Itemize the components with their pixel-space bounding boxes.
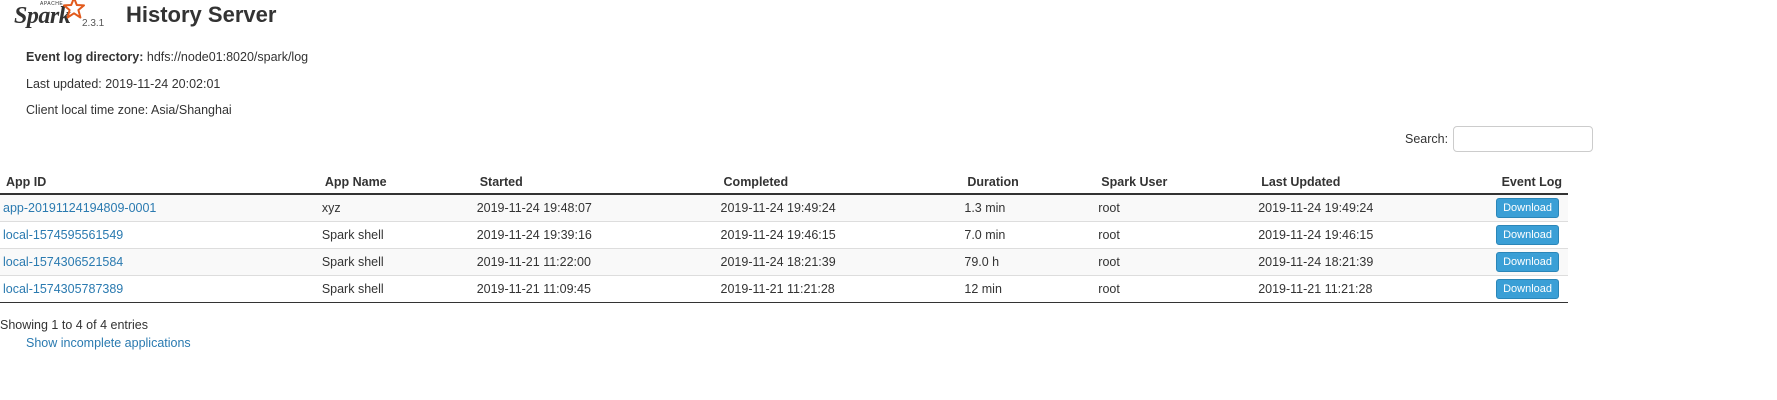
last-updated-cell: 2019-11-24 18:21:39 — [1255, 248, 1494, 276]
duration-cell: 1.3 min — [961, 193, 1096, 222]
event-log-label: Event log directory: — [26, 50, 144, 64]
column-header-duration[interactable]: Duration — [961, 165, 1096, 195]
spark-user-cell: root — [1095, 221, 1256, 249]
table-row: local-1574306521584 Spark shell 2019-11-… — [0, 248, 1568, 276]
last-updated-cell: 2019-11-24 19:49:24 — [1255, 193, 1494, 222]
app-id-link[interactable]: local-1574306521584 — [3, 255, 123, 269]
column-header-last-updated[interactable]: Last Updated — [1255, 165, 1494, 195]
spark-logo: APACHE Spark — [6, 0, 86, 32]
completed-cell: 2019-11-24 18:21:39 — [717, 248, 962, 276]
app-name-cell: Spark shell — [318, 275, 474, 303]
spark-user-cell: root — [1095, 248, 1256, 276]
column-header-completed[interactable]: Completed — [717, 165, 962, 195]
completed-cell: 2019-11-24 19:49:24 — [717, 193, 962, 222]
download-button[interactable]: Download — [1496, 279, 1559, 299]
started-cell: 2019-11-21 11:09:45 — [473, 275, 718, 303]
column-header-event-log[interactable]: Event Log — [1493, 165, 1568, 195]
entries-info: Showing 1 to 4 of 4 entries — [0, 318, 149, 332]
app-id-cell: local-1574305787389 — [0, 275, 319, 303]
table-row: app-20191124194809-0001 xyz 2019-11-24 1… — [0, 193, 1568, 222]
app-id-cell: local-1574595561549 — [0, 221, 319, 249]
last-updated-info: Last updated: 2019-11-24 20:02:01 — [26, 77, 221, 91]
download-button[interactable]: Download — [1496, 225, 1559, 245]
spark-version: 2.3.1 — [82, 18, 105, 29]
event-log-directory: Event log directory: hdfs://node01:8020/… — [26, 50, 308, 64]
started-cell: 2019-11-21 11:22:00 — [473, 248, 718, 276]
app-id-cell: app-20191124194809-0001 — [0, 193, 319, 222]
app-name-cell: Spark shell — [318, 248, 474, 276]
app-id-link[interactable]: local-1574305787389 — [3, 282, 123, 296]
completed-cell: 2019-11-24 19:46:15 — [717, 221, 962, 249]
started-cell: 2019-11-24 19:39:16 — [473, 221, 718, 249]
download-button[interactable]: Download — [1496, 198, 1559, 218]
column-header-app-id[interactable]: App ID — [0, 165, 319, 195]
download-button[interactable]: Download — [1496, 252, 1559, 272]
search-input[interactable] — [1453, 126, 1593, 152]
duration-cell: 12 min — [961, 275, 1096, 303]
applications-table: App ID App Name Started Completed Durati… — [0, 165, 1568, 303]
event-log-cell: Download — [1493, 221, 1568, 249]
event-log-cell: Download — [1493, 248, 1568, 276]
timezone-info: Client local time zone: Asia/Shanghai — [26, 103, 232, 117]
spark-user-cell: root — [1095, 275, 1256, 303]
column-header-spark-user[interactable]: Spark User — [1095, 165, 1256, 195]
table-row: local-1574305787389 Spark shell 2019-11-… — [0, 275, 1568, 303]
column-header-app-name[interactable]: App Name — [318, 165, 474, 195]
app-name-cell: xyz — [318, 193, 474, 222]
started-cell: 2019-11-24 19:48:07 — [473, 193, 718, 222]
last-updated-cell: 2019-11-24 19:46:15 — [1255, 221, 1494, 249]
show-incomplete-link[interactable]: Show incomplete applications — [26, 336, 191, 350]
table-header-row: App ID App Name Started Completed Durati… — [0, 165, 1568, 195]
event-log-cell: Download — [1493, 193, 1568, 222]
event-log-cell: Download — [1493, 275, 1568, 303]
page-title: History Server — [126, 2, 277, 27]
completed-cell: 2019-11-21 11:21:28 — [717, 275, 962, 303]
column-header-started[interactable]: Started — [473, 165, 718, 195]
duration-cell: 7.0 min — [961, 221, 1096, 249]
spark-star-icon — [63, 0, 85, 19]
search-label: Search: — [1405, 132, 1449, 146]
spark-user-cell: root — [1095, 193, 1256, 222]
event-log-value: hdfs://node01:8020/spark/log — [146, 50, 309, 64]
duration-cell: 79.0 h — [961, 248, 1096, 276]
last-updated-cell: 2019-11-21 11:21:28 — [1255, 275, 1494, 303]
app-id-cell: local-1574306521584 — [0, 248, 319, 276]
table-row: local-1574595561549 Spark shell 2019-11-… — [0, 221, 1568, 249]
app-id-link[interactable]: local-1574595561549 — [3, 228, 123, 242]
app-id-link[interactable]: app-20191124194809-0001 — [3, 201, 156, 215]
app-name-cell: Spark shell — [318, 221, 474, 249]
